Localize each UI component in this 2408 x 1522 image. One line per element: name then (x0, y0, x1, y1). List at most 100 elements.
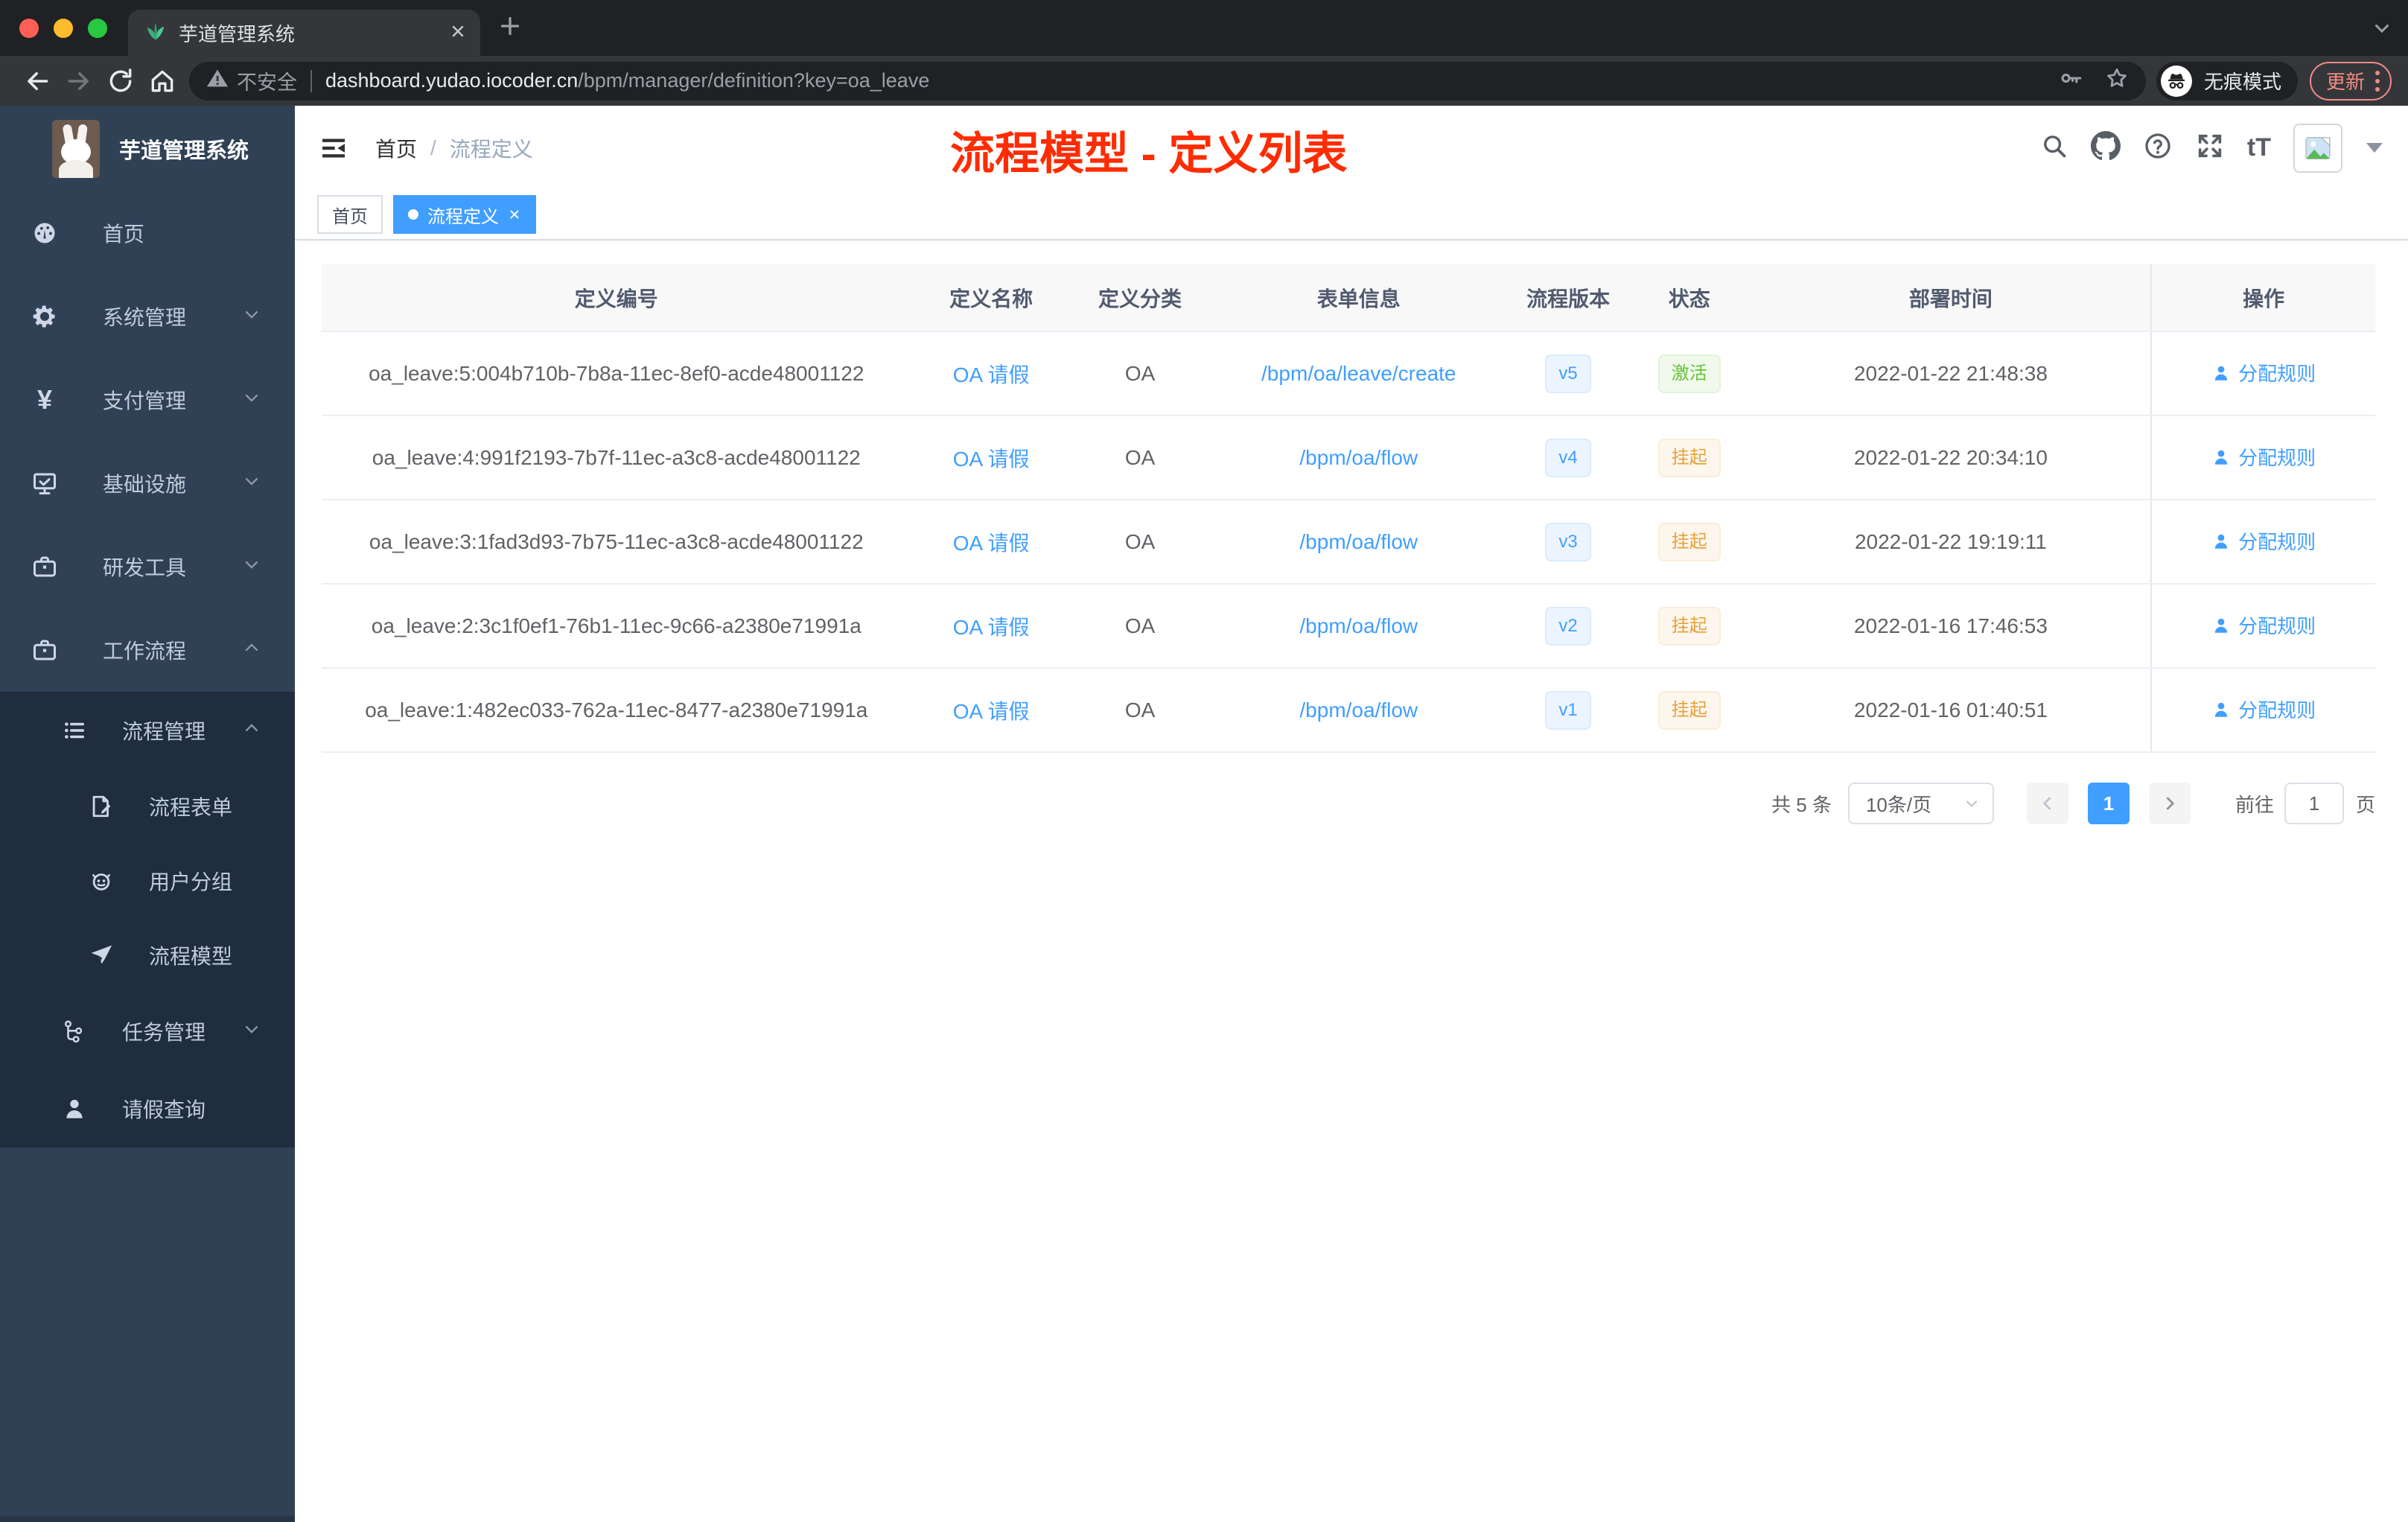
tag-home[interactable]: 首页 (317, 195, 383, 234)
fullscreen-icon[interactable] (2195, 131, 2225, 165)
definition-name-link[interactable]: OA 请假 (953, 448, 1030, 471)
breadcrumb-home[interactable]: 首页 (375, 133, 417, 163)
form-info-link[interactable]: /bpm/oa/flow (1299, 698, 1418, 722)
status-badge: 挂起 (1657, 606, 1721, 646)
breadcrumb-separator: / (430, 136, 436, 159)
form-info-link[interactable]: /bpm/oa/flow (1299, 614, 1418, 637)
sidebar-item-label: 流程表单 (149, 796, 233, 819)
sidebar-item-label: 基础设施 (103, 473, 187, 496)
bookmark-star-icon[interactable] (2104, 66, 2130, 96)
sidebar-item-devtools[interactable]: 研发工具 (0, 525, 295, 608)
sidebar-item-home[interactable]: 首页 (0, 191, 295, 275)
chevron-up-icon (241, 718, 262, 744)
list-icon (60, 718, 89, 743)
next-page-button[interactable] (2148, 783, 2191, 824)
page-annotation-title: 流程模型 - 定义列表 (950, 129, 1348, 179)
traffic-lights (0, 0, 128, 56)
column-header-deploy-time: 部署时间 (1751, 264, 2152, 332)
sidebar-item-process-form[interactable]: 流程表单 (0, 769, 295, 844)
deploy-time-cell: 2022-01-22 20:34:10 (1751, 415, 2152, 500)
goto-page-input[interactable] (2284, 783, 2344, 824)
sidebar-logo-row[interactable]: 芋道管理系统 (0, 106, 295, 191)
sidebar-item-workflow[interactable]: 工作流程 (0, 608, 295, 692)
prev-page-button[interactable] (2026, 783, 2068, 824)
sidebar-item-label: 工作流程 (103, 640, 187, 663)
incognito-label: 无痕模式 (2203, 71, 2281, 93)
status-badge: 激活 (1657, 354, 1721, 393)
deploy-time-cell: 2022-01-16 17:46:53 (1751, 584, 2152, 669)
definition-name-link[interactable]: OA 请假 (953, 700, 1030, 723)
breadcrumb-current: 流程定义 (449, 137, 533, 161)
form-info-link[interactable]: /bpm/oa/leave/create (1261, 362, 1456, 385)
assign-rule-link[interactable]: 分配规则 (2211, 695, 2316, 723)
assign-rule-link[interactable]: 分配规则 (2211, 359, 2316, 386)
version-badge: v2 (1545, 606, 1591, 646)
avatar-caret-icon[interactable] (2366, 143, 2383, 153)
definition-name-link[interactable]: OA 请假 (953, 363, 1030, 386)
form-info-link[interactable]: /bpm/oa/flow (1299, 530, 1418, 553)
page-number-button[interactable]: 1 (2087, 783, 2130, 824)
chrome-menu-dots-icon[interactable] (2375, 70, 2380, 92)
minimize-window-button[interactable] (54, 18, 73, 38)
security-label[interactable]: 不安全 (237, 66, 297, 95)
back-button[interactable] (16, 60, 58, 102)
sidebar-item-label: 流程管理 (122, 720, 206, 743)
chrome-update-button[interactable]: 更新 (2309, 61, 2392, 101)
sidebar-item-leave-query[interactable]: 请假查询 (0, 1070, 295, 1147)
sidebar-collapse-icon[interactable] (317, 132, 350, 165)
sidebar-item-label: 用户分组 (149, 870, 233, 894)
incognito-badge: 无痕模式 (2156, 61, 2298, 101)
tag-close-icon[interactable] (508, 208, 521, 221)
definition-id-cell: oa_leave:2:3c1f0ef1-76b1-11ec-9c66-a2380… (322, 584, 911, 669)
help-icon[interactable] (2143, 131, 2173, 165)
assign-rule-link[interactable]: 分配规则 (2211, 527, 2316, 555)
close-window-button[interactable] (19, 18, 39, 38)
sidebar-item-payment[interactable]: ¥ 支付管理 (0, 358, 295, 442)
sidebar-item-process-management[interactable]: 流程管理 (0, 692, 295, 769)
url-text[interactable]: dashboard.yudao.iocoder.cn/bpm/manager/d… (325, 69, 2046, 92)
reload-button[interactable] (100, 60, 141, 102)
definition-id-cell: oa_leave:5:004b710b-7b8a-11ec-8ef0-acde4… (322, 331, 911, 416)
assign-rule-link[interactable]: 分配规则 (2211, 443, 2316, 471)
assign-rule-link[interactable]: 分配规则 (2211, 611, 2316, 639)
page-unit-label: 页 (2355, 793, 2375, 816)
sidebar: 芋道管理系统 首页 系统管理 ¥ 支付管理 基础设施 研发工具 工作流程 流程管… (0, 106, 295, 1522)
browser-tab[interactable]: 芋道管理系统 (128, 10, 480, 56)
zoom-window-button[interactable] (88, 18, 107, 38)
tab-close-icon[interactable] (449, 22, 467, 44)
definition-category-cell: OA (1071, 500, 1209, 585)
sidebar-item-system[interactable]: 系统管理 (0, 275, 295, 358)
search-icon[interactable] (2040, 132, 2068, 164)
tab-search-caret-icon[interactable] (2371, 16, 2393, 42)
chevron-down-icon (241, 387, 262, 413)
new-tab-button[interactable] (497, 0, 523, 56)
forward-button[interactable] (58, 60, 100, 102)
definition-name-link[interactable]: OA 请假 (953, 532, 1030, 555)
sidebar-item-infrastructure[interactable]: 基础设施 (0, 442, 295, 525)
definition-name-link[interactable]: OA 请假 (953, 616, 1030, 639)
password-key-icon[interactable] (2058, 66, 2083, 96)
chevron-down-icon (241, 554, 262, 580)
tag-process-definition[interactable]: 流程定义 (393, 195, 536, 234)
sidebar-bottom-strip (0, 1516, 295, 1522)
main-area: 首页 / 流程定义 流程模型 - 定义列表 tT 首页 流程定义 定义编号 定义… (295, 106, 2408, 1522)
active-tag-dot (408, 209, 418, 220)
font-size-icon[interactable]: tT (2247, 133, 2271, 162)
sidebar-item-process-model[interactable]: 流程模型 (0, 918, 295, 993)
home-button[interactable] (141, 60, 183, 102)
avatar[interactable] (2293, 123, 2342, 173)
browser-tabstrip: 芋道管理系统 (0, 0, 2408, 56)
page-size-select[interactable]: 10条/页 (1847, 783, 1994, 824)
page-size-value: 10条/页 (1865, 793, 1932, 816)
briefcase-icon (30, 637, 60, 663)
sidebar-item-user-group[interactable]: 用户分组 (0, 844, 295, 918)
navbar-actions: tT (2040, 123, 2383, 173)
address-bar[interactable]: 不安全 dashboard.yudao.iocoder.cn/bpm/manag… (189, 61, 2146, 101)
sidebar-item-task-management[interactable]: 任务管理 (0, 993, 295, 1070)
page-content: 定义编号 定义名称 定义分类 表单信息 流程版本 状态 部署时间 操作 oa_l (295, 241, 2408, 1522)
workflow-submenu: 流程管理 流程表单 用户分组 流程模型 任务管理 请假查询 (0, 692, 295, 1147)
github-icon[interactable] (2090, 131, 2121, 165)
form-info-link[interactable]: /bpm/oa/flow (1299, 446, 1418, 469)
sidebar-item-label: 系统管理 (103, 306, 187, 329)
definition-category-cell: OA (1071, 584, 1209, 669)
